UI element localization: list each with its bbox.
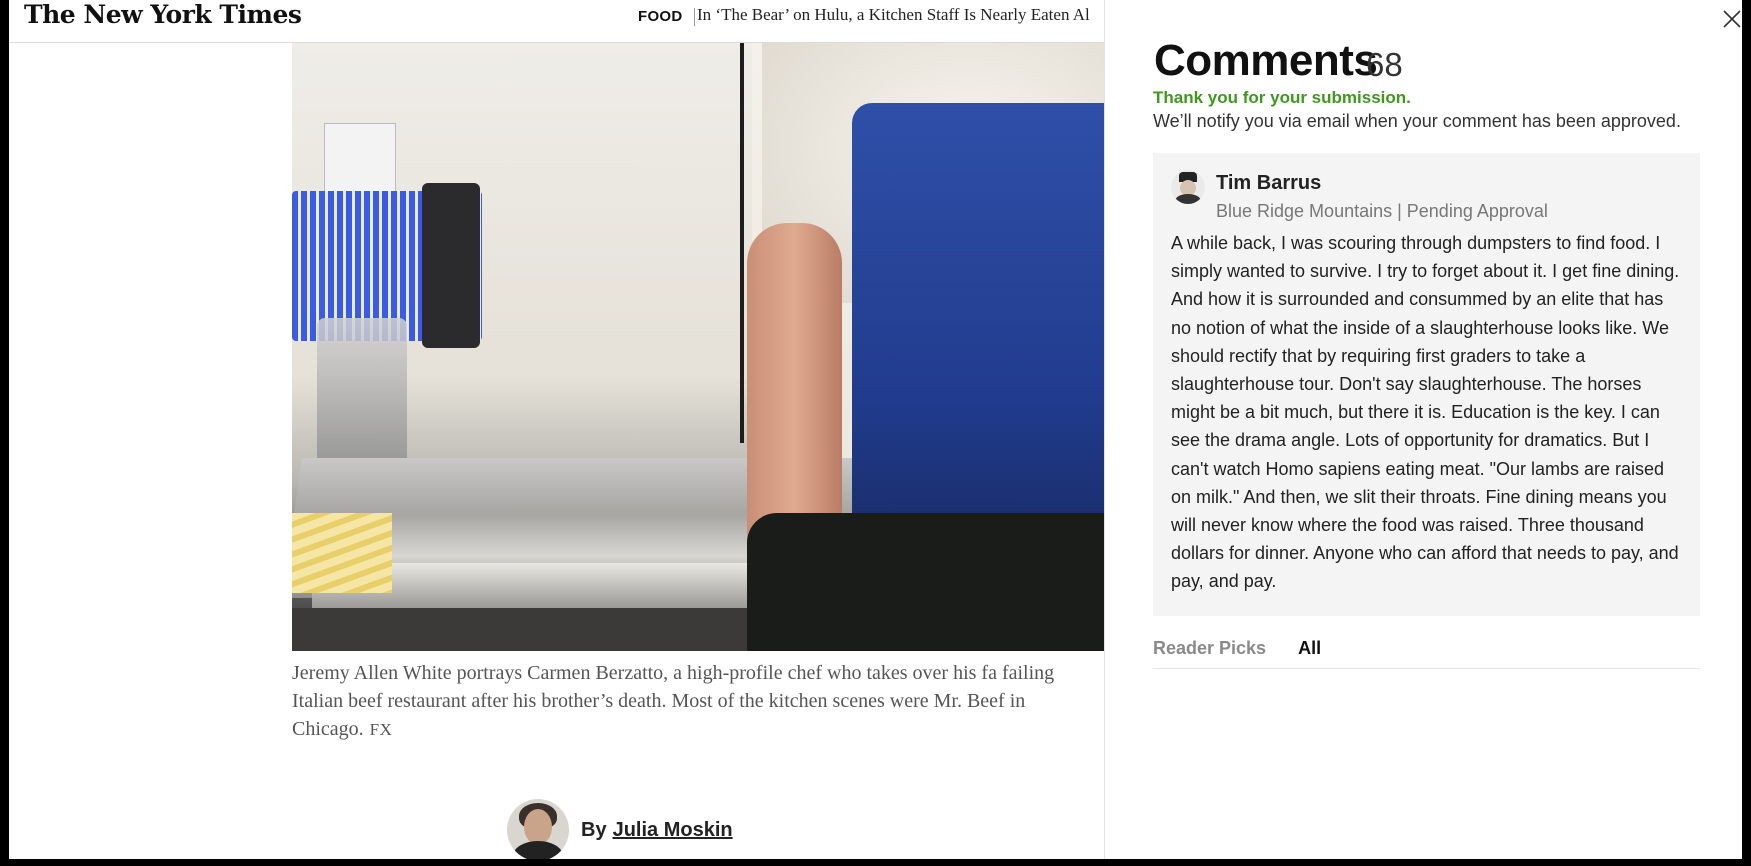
photo-caption: Jeremy Allen White portrays Carmen Berza… (292, 659, 1104, 749)
photo-person-pants (747, 513, 1104, 651)
submission-confirmation: Thank you for your submission. (1153, 88, 1411, 107)
comments-title: Comments (1154, 36, 1378, 85)
photo-faucet (317, 318, 407, 468)
close-icon[interactable] (1721, 8, 1743, 30)
header-divider (694, 8, 695, 26)
approval-notice: We’ll notify you via email when your com… (1153, 111, 1681, 131)
photo-credit: FX (369, 720, 393, 739)
comments-count: 68 (1366, 46, 1403, 83)
article-photo (292, 43, 1104, 651)
byline-prefix: By (581, 818, 607, 841)
commenter-location-status: Blue Ridge Mountains | Pending Approval (1216, 201, 1548, 221)
tabs-underline (1153, 668, 1700, 669)
article-top-bar: The New York Times FOOD In ‘The Bear’ on… (9, 0, 1104, 43)
photo-sterilizer-housing (422, 183, 480, 348)
comment-tabs: Reader Picks All (1153, 638, 1321, 659)
byline: By Julia Moskin (507, 799, 733, 861)
tab-reader-picks[interactable]: Reader Picks (1153, 638, 1266, 659)
commenter-avatar (1171, 170, 1205, 204)
photo-handwash-sign (324, 123, 396, 195)
caption-text: Jeremy Allen White portrays Carmen Berza… (292, 662, 1055, 740)
photo-blue-apron (852, 103, 1104, 523)
article-headline: In ‘The Bear’ on Hulu, a Kitchen Staff I… (697, 5, 1090, 24)
photo-towel (292, 513, 392, 593)
commenter-name: Tim Barrus (1216, 172, 1322, 194)
comment-text: A while back, I was scouring through dum… (1171, 233, 1680, 592)
photo-power-cord (740, 43, 744, 443)
author-link[interactable]: Julia Moskin (613, 819, 733, 842)
nyt-logo[interactable]: The New York Times (24, 0, 302, 29)
section-label[interactable]: FOOD (638, 8, 683, 25)
tab-all[interactable]: All (1298, 638, 1321, 659)
author-avatar (507, 799, 569, 861)
